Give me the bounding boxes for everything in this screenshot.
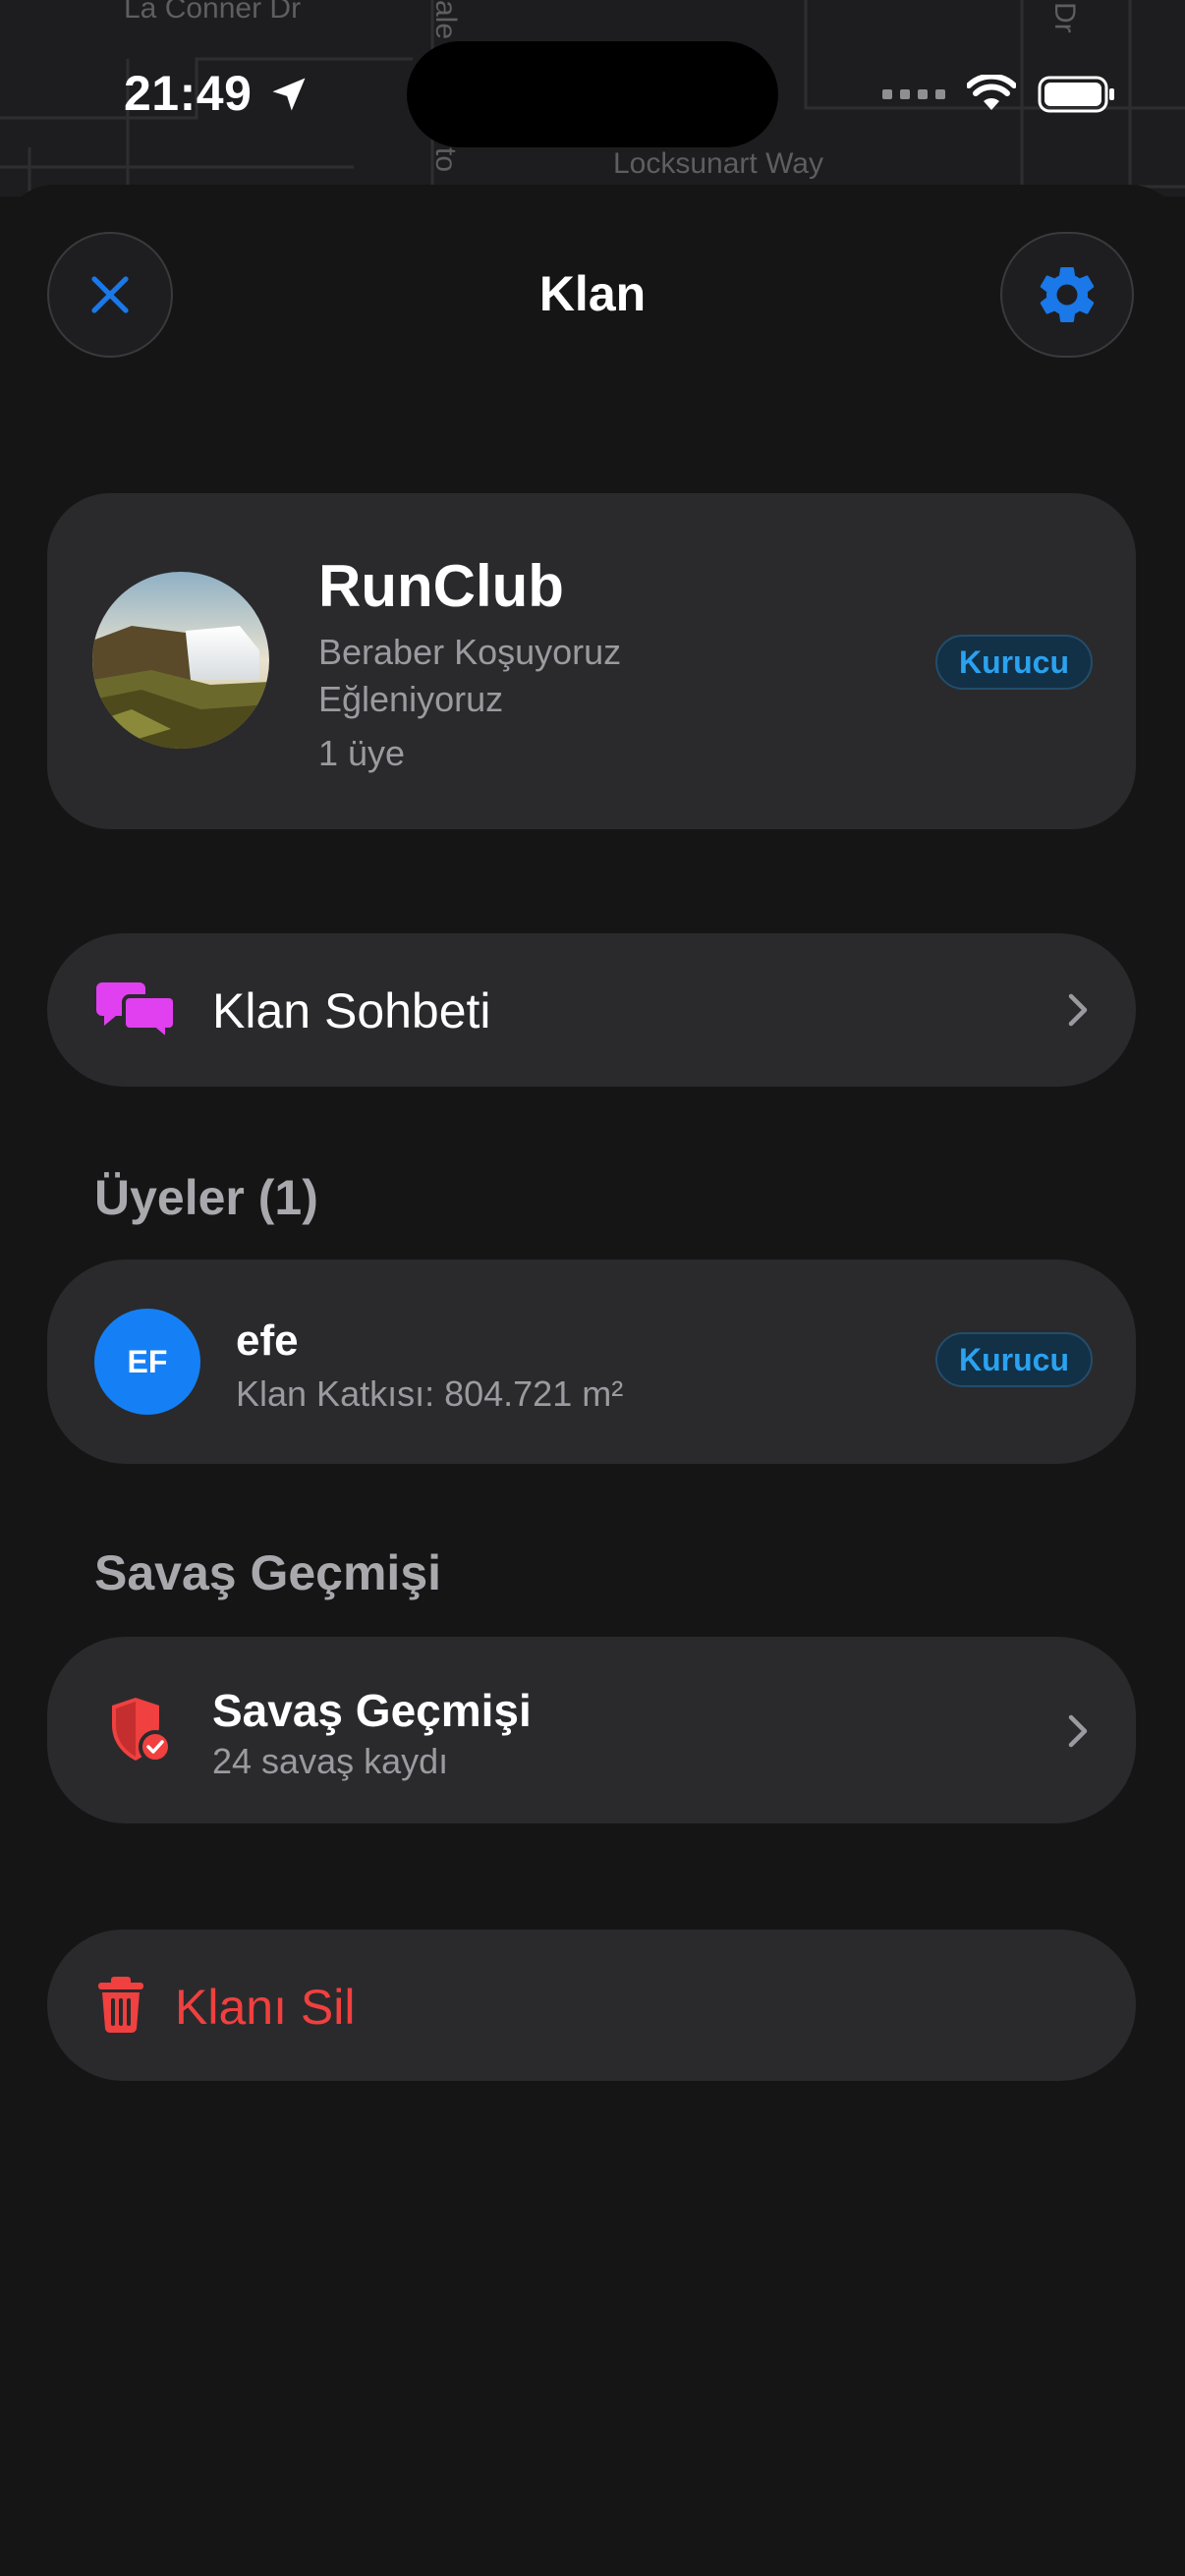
delete-clan-label: Klanı Sil [175,1980,356,2035]
member-role-badge: Kurucu [935,1332,1093,1387]
map-street-label: to [429,147,462,173]
members-section-title: Üyeler (1) [94,1170,318,1225]
battery-icon [1038,76,1114,113]
settings-button[interactable] [1000,232,1134,358]
map-street-label: La Conner Dr [124,0,302,25]
chevron-right-icon [1068,1714,1088,1748]
trash-icon [98,1977,143,2034]
wifi-icon [967,75,1016,110]
clan-avatar [92,572,269,749]
member-avatar: EF [94,1309,200,1415]
map-street-label: ale [429,0,462,40]
map-street-label: Dr [1048,2,1081,33]
member-name: efe [236,1316,299,1365]
location-arrow-icon [272,78,306,111]
shield-check-icon [112,1698,172,1764]
dynamic-island [407,41,778,147]
clan-name: RunClub [318,553,564,619]
role-badge: Kurucu [935,635,1093,690]
clan-chat-button[interactable]: Klan Sohbeti [47,933,1136,1087]
clan-profile-card: RunClub Beraber Koşuyoruz Eğleniyoruz 1 … [47,493,1136,829]
member-row[interactable]: EF efe Klan Katkısı: 804.721 m² Kurucu [47,1260,1136,1464]
clan-member-count: 1 üye [318,733,406,773]
delete-clan-button[interactable]: Klanı Sil [47,1930,1136,2081]
war-history-count: 24 savaş kaydı [212,1741,449,1781]
war-history-button[interactable]: Savaş Geçmişi 24 savaş kaydı [47,1637,1136,1823]
gear-icon [1040,266,1095,322]
member-contribution: Klan Katkısı: 804.721 m² [236,1373,624,1414]
status-indicators [882,75,1116,114]
status-time: 21:49 [124,66,253,121]
clan-chat-label: Klan Sohbeti [212,983,491,1038]
war-history-section-title: Savaş Geçmişi [94,1545,442,1600]
cellular-dots-icon [882,89,945,99]
war-history-label: Savaş Geçmişi [212,1685,532,1736]
clan-description: Beraber Koşuyoruz Eğleniyoruz [318,632,622,719]
chat-bubbles-icon [96,982,175,1041]
waterfall-photo [92,572,269,749]
chevron-right-icon [1068,993,1088,1027]
map-street-label: Locksunart Way [613,147,823,180]
